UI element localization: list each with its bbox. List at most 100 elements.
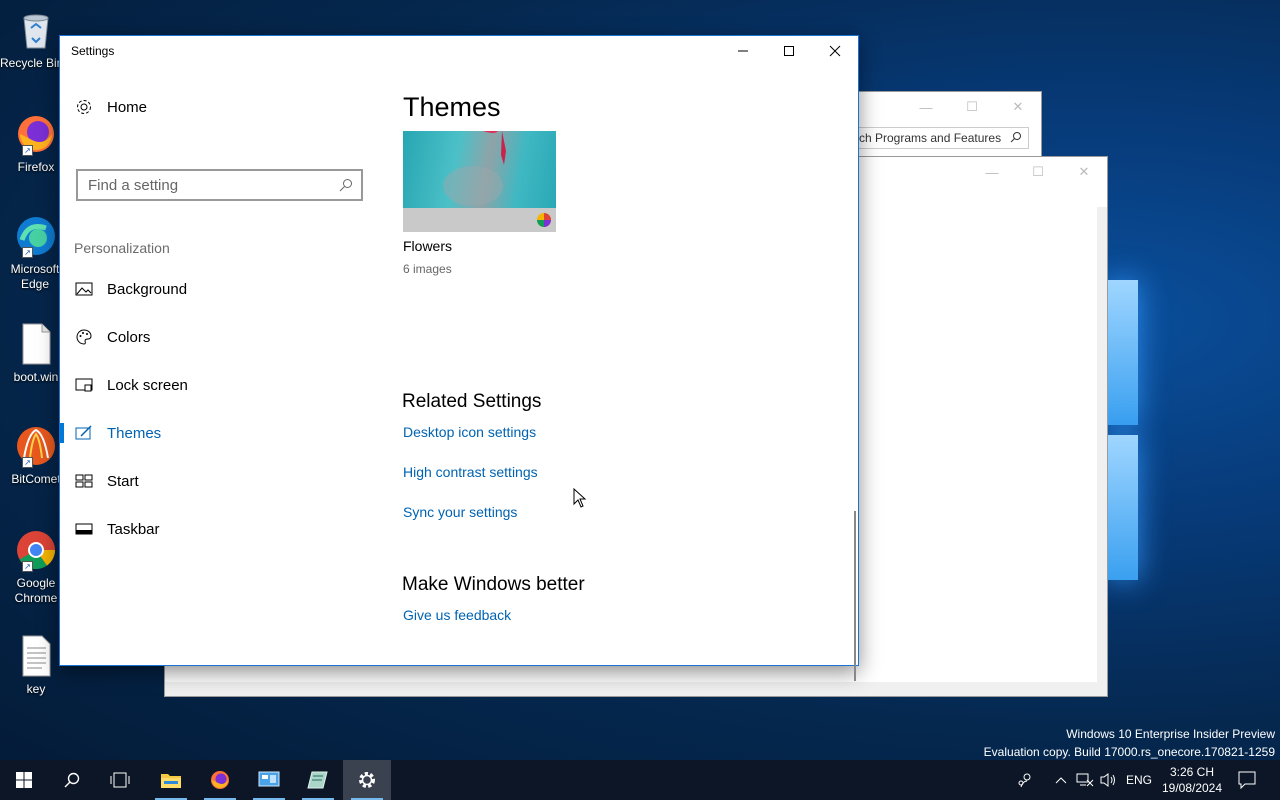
network-icon — [1076, 773, 1094, 787]
maximize-icon[interactable]: ☐ — [949, 92, 995, 122]
sync-settings-link[interactable]: Sync your settings — [403, 504, 517, 520]
nav-item-start[interactable]: Start — [60, 461, 380, 501]
section-heading-personalization: Personalization — [74, 240, 170, 256]
notepad-icon — [307, 771, 328, 789]
windows-start-icon — [16, 772, 32, 788]
input-language-button[interactable]: ENG — [1122, 760, 1156, 800]
theme-preview-image — [403, 131, 556, 208]
nav-home-label: Home — [107, 98, 148, 116]
windows-wallpaper-logo — [1108, 270, 1280, 590]
bitcomet-icon: ↗ — [14, 424, 58, 468]
window-title: Settings — [71, 44, 115, 58]
close-icon[interactable]: ✕ — [1061, 157, 1107, 187]
people-icon — [1018, 773, 1031, 788]
nav-home[interactable]: Home — [60, 87, 380, 127]
give-feedback-link[interactable]: Give us feedback — [403, 607, 511, 623]
mouse-cursor-icon — [573, 487, 587, 513]
show-hidden-icons-button[interactable] — [1050, 760, 1072, 800]
make-windows-better-heading: Make Windows better — [402, 574, 585, 595]
palette-icon — [74, 327, 94, 347]
notification-icon — [1238, 771, 1256, 789]
settings-nav: Home Find a setting Personalization Back… — [60, 66, 380, 665]
nav-item-themes[interactable]: Themes — [60, 413, 380, 453]
gear-icon — [359, 772, 375, 788]
search-placeholder: Find a setting — [88, 176, 179, 194]
minimize-icon[interactable]: — — [903, 92, 949, 122]
build-watermark-line2: Evaluation copy. Build 17000.rs_onecore.… — [983, 745, 1275, 759]
recycle-bin-icon — [14, 8, 58, 52]
vertical-scrollbar[interactable] — [1097, 207, 1107, 682]
clock[interactable]: 3:26 CH 19/08/2024 — [1160, 760, 1224, 800]
speaker-icon — [1100, 773, 1115, 787]
desktop-icon-settings-link[interactable]: Desktop icon settings — [403, 424, 536, 440]
page-title: Themes — [403, 92, 501, 122]
nav-item-label: Taskbar — [107, 520, 160, 538]
minimize-icon — [738, 50, 748, 52]
lock-screen-icon — [74, 375, 94, 395]
theme-tile-bar — [403, 208, 556, 232]
themes-brush-icon — [74, 423, 94, 443]
start-button[interactable] — [0, 760, 48, 800]
volume-button[interactable] — [1098, 760, 1120, 800]
clock-date: 19/08/2024 — [1161, 781, 1223, 795]
close-button[interactable] — [812, 36, 858, 66]
programs-search-input[interactable]: ch Programs and Features — [859, 127, 1029, 149]
theme-name: Flowers — [403, 238, 453, 254]
build-watermark-line1: Windows 10 Enterprise Insider Preview — [1066, 727, 1275, 741]
minimize-icon[interactable]: — — [969, 157, 1015, 187]
content-scrollbar[interactable] — [854, 511, 856, 681]
taskbar-app[interactable] — [294, 760, 342, 800]
related-settings-heading: Related Settings — [402, 391, 542, 412]
maximize-button[interactable] — [766, 36, 812, 66]
nav-item-colors[interactable]: Colors — [60, 317, 380, 357]
search-icon — [1010, 131, 1022, 146]
nav-item-label: Start — [107, 472, 139, 490]
network-button[interactable] — [1074, 760, 1096, 800]
desktop-icon-label: Google Chrome — [14, 576, 58, 605]
taskbar-control-panel[interactable] — [245, 760, 293, 800]
nav-item-background[interactable]: Background — [60, 269, 380, 309]
high-contrast-settings-link[interactable]: High contrast settings — [403, 464, 538, 480]
search-icon — [339, 178, 353, 196]
folder-icon — [161, 774, 181, 788]
firefox-icon: ↗ — [14, 112, 58, 156]
search-icon — [64, 772, 80, 788]
maximize-icon — [784, 46, 794, 56]
action-center-button[interactable] — [1232, 760, 1262, 800]
task-view-button[interactable] — [96, 760, 144, 800]
nav-item-label: Themes — [107, 424, 162, 442]
taskbar-firefox[interactable] — [196, 760, 244, 800]
close-icon[interactable]: ✕ — [995, 92, 1041, 122]
theme-tile-flowers[interactable] — [403, 131, 556, 232]
file-icon — [14, 322, 58, 366]
themes-content: Themes Flowers 6 images Related Settings… — [402, 66, 858, 681]
nav-item-label: Colors — [107, 328, 151, 346]
firefox-icon — [211, 771, 229, 789]
settings-window[interactable]: Settings Home Find a setting Personaliza… — [59, 35, 859, 681]
task-view-icon — [110, 772, 130, 788]
maximize-icon[interactable]: ☐ — [1015, 157, 1061, 187]
search-button[interactable] — [48, 760, 96, 800]
chevron-up-icon — [1055, 777, 1067, 784]
find-setting-input[interactable]: Find a setting — [76, 169, 363, 201]
control-panel-icon — [258, 771, 280, 787]
nav-item-label: Background — [107, 280, 188, 298]
background-window-programs[interactable]: — ☐ ✕ ch Programs and Features — [858, 91, 1042, 161]
horizontal-scrollbar[interactable] — [165, 682, 1097, 696]
titlebar[interactable]: Settings — [60, 36, 858, 66]
edge-icon: ↗ — [14, 214, 58, 258]
nav-item-taskbar[interactable]: Taskbar — [60, 509, 380, 549]
people-button[interactable] — [1012, 760, 1038, 800]
nav-item-lock-screen[interactable]: Lock screen — [60, 365, 380, 405]
taskbar-file-explorer[interactable] — [147, 760, 195, 800]
desktop-icon-label: Recycle Bin — [0, 56, 60, 70]
taskbar-icon — [74, 519, 94, 539]
desktop-icon-label: Microsoft Edge — [10, 262, 60, 291]
minimize-button[interactable] — [720, 36, 766, 66]
start-grid-icon — [74, 471, 94, 491]
taskbar-settings[interactable] — [343, 760, 391, 800]
taskbar: ENG 3:26 CH 19/08/2024 — [0, 760, 1280, 800]
text-file-icon — [14, 634, 58, 678]
desktop-icon-label: key — [26, 682, 46, 696]
chrome-icon: ↗ — [14, 528, 58, 572]
